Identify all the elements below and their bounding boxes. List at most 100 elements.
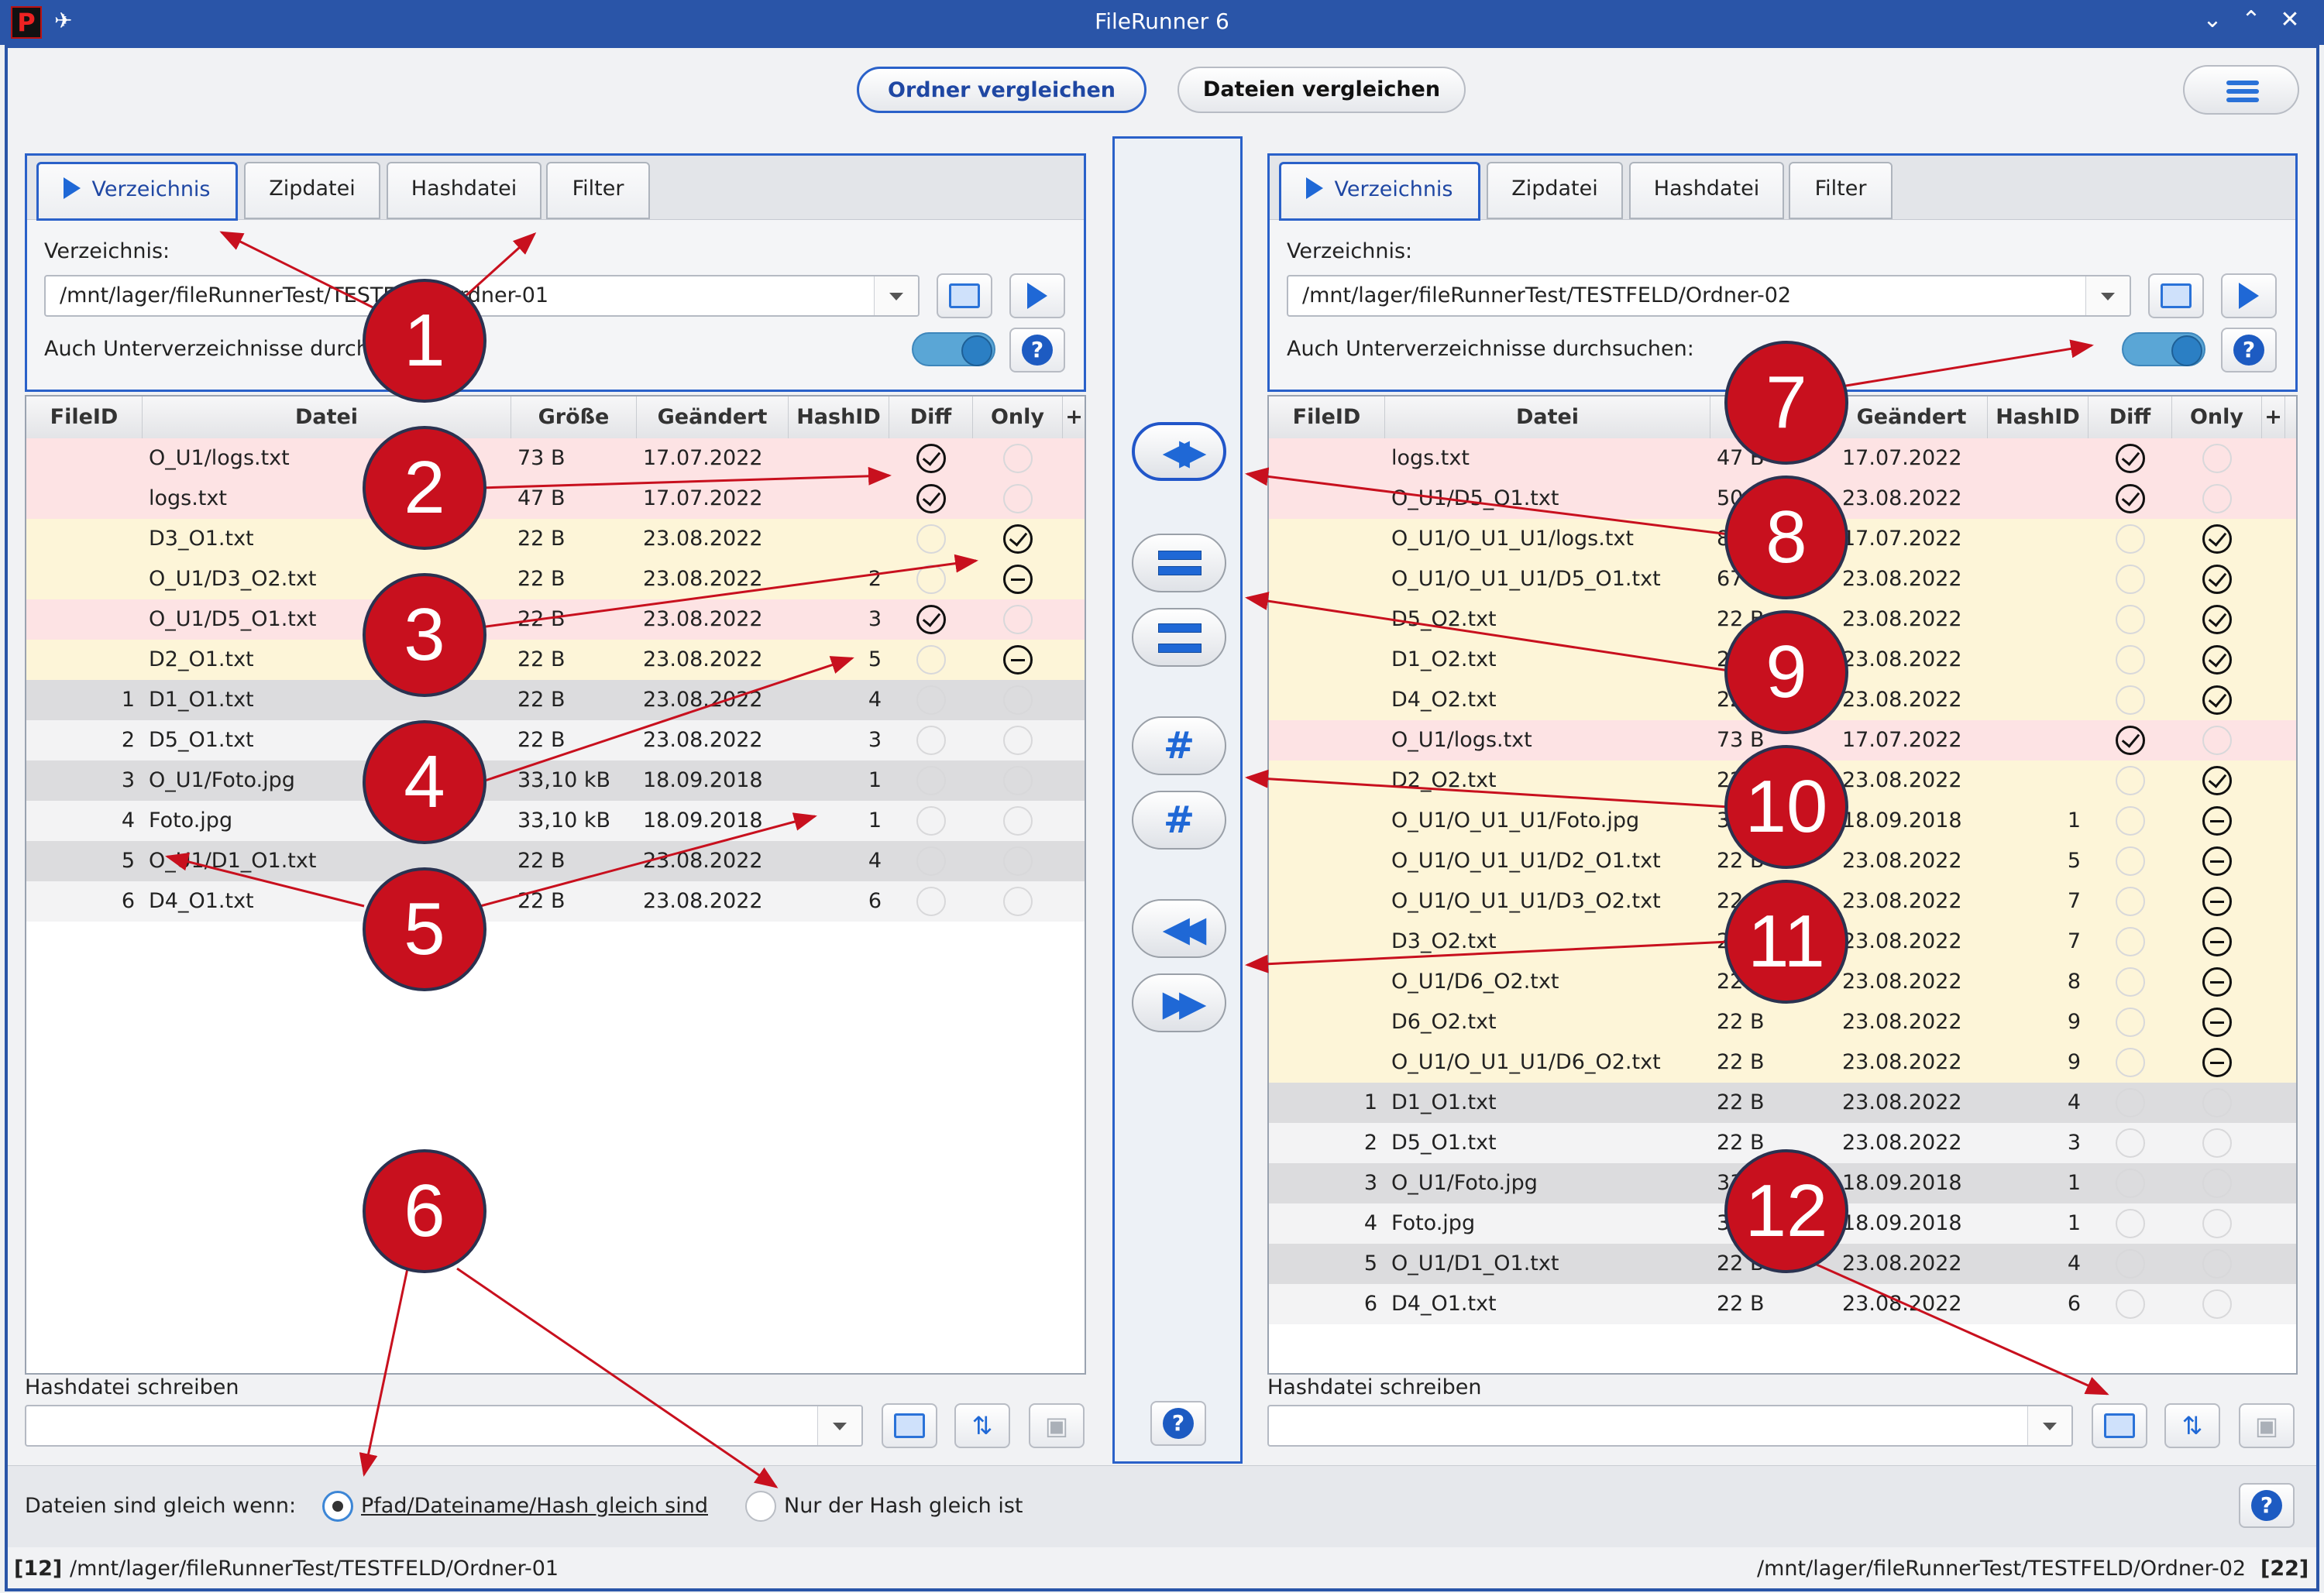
bottom-help-button[interactable]: ?	[2239, 1483, 2295, 1528]
cell-hash: 6	[868, 889, 882, 913]
diff-indicator	[2116, 1128, 2145, 1158]
only-indicator	[1003, 887, 1033, 916]
right-tab-filter[interactable]: Filter	[1789, 162, 1893, 219]
callout-11: 11	[1724, 880, 1848, 1004]
right-add-column-icon[interactable]: +	[2262, 397, 2285, 438]
copy-right-button[interactable]: ▶▶	[1132, 973, 1226, 1032]
right-column-hashid[interactable]: HashID	[1988, 397, 2089, 438]
right-help-button[interactable]: ?	[2221, 328, 2277, 373]
table-row[interactable]: 5 O_U1/D1_O1.txt 22 B 23.08.2022 4	[26, 841, 1085, 881]
right-hash-sync-button[interactable]: ⇅	[2164, 1403, 2220, 1448]
cell-date: 23.08.2022	[643, 527, 763, 551]
right-column-diff[interactable]: Diff	[2089, 397, 2172, 438]
menu-button[interactable]	[2183, 65, 2299, 115]
table-row[interactable]: D2_O1.txt 22 B 23.08.2022 5	[26, 640, 1085, 680]
table-row[interactable]: O_U1/D3_O2.txt 22 B 23.08.2022 2	[26, 559, 1085, 599]
cell-id	[1269, 720, 1385, 760]
right-hash-browse-button[interactable]	[2092, 1403, 2147, 1448]
radio-hash-only[interactable]	[745, 1491, 776, 1522]
table-row[interactable]: D3_O1.txt 22 B 23.08.2022	[26, 519, 1085, 559]
cell-size: 22 B	[1717, 1090, 1765, 1114]
right-browse-button[interactable]	[2148, 273, 2204, 318]
right-column-fileid[interactable]: FileID	[1269, 397, 1385, 438]
hash-diff-button[interactable]: #	[1132, 791, 1226, 850]
hash-compare-button[interactable]: #	[1132, 716, 1226, 775]
table-row[interactable]: 4Foto.jpg33,10 kB18.09.20181	[26, 801, 1085, 841]
right-file-count: [22]	[2260, 1557, 2309, 1581]
table-row[interactable]: O_U1/logs.txt 73 B 17.07.2022	[26, 438, 1085, 479]
table-row[interactable]: logs.txt 47 B 17.07.2022	[26, 479, 1085, 519]
left-tab-zipdatei[interactable]: Zipdatei	[244, 162, 380, 219]
chevron-down-icon[interactable]	[817, 1406, 861, 1445]
left-tab-filter[interactable]: Filter	[546, 162, 650, 219]
cell-id	[26, 479, 143, 519]
left-column-datei[interactable]: Datei	[143, 397, 511, 438]
table-row[interactable]: D6_O2.txt 22 B 23.08.2022 9	[1269, 1002, 2296, 1042]
left-hash-browse-button[interactable]	[882, 1403, 937, 1448]
right-column-geaendert[interactable]: Geändert	[1836, 397, 1988, 438]
directory-label: Verzeichnis:	[1287, 239, 1413, 263]
right-tab-zipdatei[interactable]: Zipdatei	[1487, 162, 1623, 219]
cell-hash	[789, 519, 889, 559]
cell-date: 18.09.2018	[1842, 809, 1962, 833]
left-directory-combo[interactable]: /mnt/lager/fileRunnerTest/TESTFELD/Ordne…	[44, 275, 920, 317]
middle-help-button[interactable]: ?	[1150, 1401, 1206, 1446]
right-hash-save-button[interactable]: ▣	[2239, 1403, 2295, 1448]
left-column-geaendert[interactable]: Geändert	[637, 397, 789, 438]
chevron-down-icon[interactable]	[2085, 276, 2130, 315]
minimize-icon[interactable]: ⌄	[2197, 6, 2228, 33]
left-hash-save-button[interactable]: ▣	[1029, 1403, 1085, 1448]
left-hash-sync-button[interactable]: ⇅	[954, 1403, 1010, 1448]
left-column-only[interactable]: Only	[973, 397, 1063, 438]
left-subdirectories-toggle[interactable]	[912, 332, 995, 366]
left-tab-hashdatei[interactable]: Hashdatei	[387, 162, 541, 219]
right-column-only[interactable]: Only	[2172, 397, 2262, 438]
right-subdirectories-toggle[interactable]	[2122, 332, 2205, 366]
cell-hash: 2	[868, 567, 882, 591]
table-row[interactable]: 1 D1_O1.txt 22 B 23.08.2022 4	[26, 680, 1085, 720]
right-column-datei[interactable]: Datei	[1385, 397, 1710, 438]
chevron-down-icon[interactable]	[2027, 1406, 2071, 1445]
compare-folders-button[interactable]: Ordner vergleichen	[857, 67, 1147, 113]
left-add-column-icon[interactable]: +	[1063, 397, 1085, 438]
show-diff-button[interactable]	[1132, 608, 1226, 667]
left-hash-file-combo[interactable]	[25, 1405, 863, 1447]
chevron-down-icon[interactable]	[874, 276, 918, 315]
left-column-hashid[interactable]: HashID	[789, 397, 889, 438]
radio-path-hash[interactable]	[322, 1491, 353, 1522]
diff-indicator	[916, 524, 946, 554]
diff-indicator-check-icon	[2116, 444, 2145, 473]
table-row[interactable]: 1 D1_O1.txt 22 B 23.08.2022 4	[1269, 1083, 2296, 1123]
left-column-diff[interactable]: Diff	[889, 397, 973, 438]
cell-date: 23.08.2022	[1842, 1050, 1962, 1074]
radio-path-hash-label[interactable]: Pfad/Dateiname/Hash gleich sind	[361, 1494, 708, 1518]
right-hash-file-combo[interactable]	[1267, 1405, 2073, 1447]
close-icon[interactable]: ✕	[2274, 6, 2305, 33]
left-help-button[interactable]: ?	[1009, 328, 1065, 373]
right-tab-hashdatei[interactable]: Hashdatei	[1629, 162, 1784, 219]
swap-sides-button[interactable]: ◀▶	[1132, 422, 1226, 481]
copy-left-button[interactable]: ◀◀	[1132, 899, 1226, 958]
left-tab-verzeichnis[interactable]: Verzeichnis	[36, 162, 238, 221]
right-start-button[interactable]	[2221, 273, 2277, 318]
radio-hash-only-label[interactable]: Nur der Hash gleich ist	[784, 1494, 1023, 1518]
left-column-groesse[interactable]: Größe	[511, 397, 637, 438]
table-row[interactable]: O_U1/D5_O1.txt 22 B 23.08.2022 3	[26, 599, 1085, 640]
table-row[interactable]: O_U1/O_U1_U1/D6_O2.txt 22 B 23.08.2022 9	[1269, 1042, 2296, 1083]
cell-id	[1269, 841, 1385, 881]
table-row[interactable]: 6 D4_O1.txt 22 B 23.08.2022 6	[26, 881, 1085, 922]
left-browse-button[interactable]	[937, 273, 992, 318]
table-row[interactable]: 6 D4_O1.txt 22 B 23.08.2022 6	[1269, 1284, 2296, 1324]
cell-file: D1_O2.txt	[1391, 647, 1497, 671]
right-directory-combo[interactable]: /mnt/lager/fileRunnerTest/TESTFELD/Ordne…	[1287, 275, 2131, 317]
cell-hash: 9	[2067, 1050, 2081, 1074]
show-equal-button[interactable]	[1132, 534, 1226, 592]
left-column-fileid[interactable]: FileID	[26, 397, 143, 438]
right-tab-verzeichnis[interactable]: Verzeichnis	[1279, 162, 1480, 221]
left-start-button[interactable]	[1009, 273, 1065, 318]
left-status-path: /mnt/lager/fileRunnerTest/TESTFELD/Ordne…	[70, 1557, 559, 1581]
table-row[interactable]: 2 D5_O1.txt 22 B 23.08.2022 3	[26, 720, 1085, 760]
compare-files-button[interactable]: Dateien vergleichen	[1177, 67, 1466, 113]
maximize-icon[interactable]: ⌃	[2236, 6, 2267, 33]
table-row[interactable]: 3O_U1/Foto.jpg33,10 kB18.09.20181	[26, 760, 1085, 801]
